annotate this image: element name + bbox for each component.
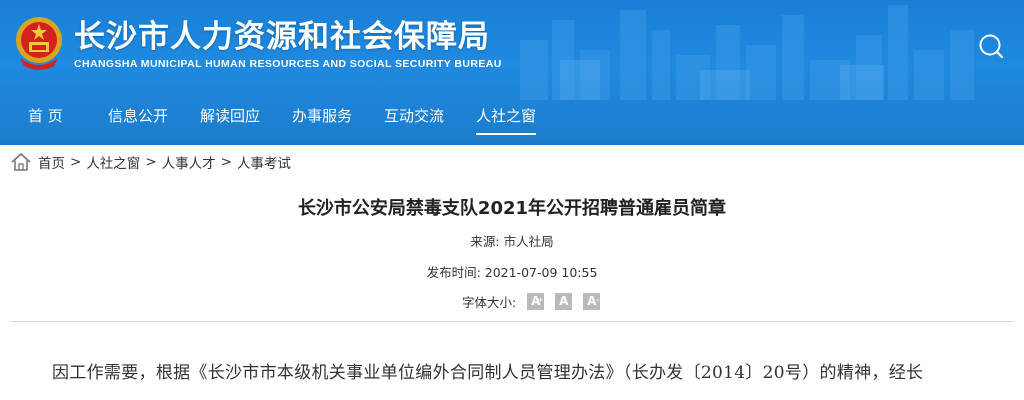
time-label: 发布时间:	[426, 265, 481, 280]
divider	[10, 321, 1014, 322]
breadcrumb-hr-window[interactable]: 人社之窗	[86, 152, 140, 172]
font-size-default-label: A	[559, 294, 569, 308]
breadcrumb: 首页 > 人社之窗 > 人事人才 > 人事考试	[10, 150, 291, 174]
breadcrumb-exam[interactable]: 人事考试	[237, 152, 291, 172]
nav-item-hr-window[interactable]: 人社之窗	[476, 95, 537, 137]
font-size-controls: 字体大小: A + A A-	[462, 292, 601, 311]
home-icon	[11, 152, 31, 171]
article-publish-time: 发布时间: 2021-07-09 10:55	[0, 262, 1024, 281]
plus-icon: +	[537, 296, 544, 304]
site-title: 长沙市人力资源和社会保障局	[74, 19, 490, 55]
article-title: 长沙市公安局禁毒支队2021年公开招聘普通雇员简章	[297, 198, 727, 219]
source-value: 市人社局	[503, 234, 554, 249]
nav-item-interaction[interactable]: 互动交流	[384, 95, 444, 137]
nav-item-home[interactable]: 首 页	[28, 95, 63, 137]
time-value: 2021-07-09 10:55	[484, 265, 598, 280]
font-size-decrease-button[interactable]: A-	[583, 293, 601, 310]
source-label: 来源:	[470, 234, 500, 249]
brand[interactable]: 长沙市人力资源和社会保障局 CHANGSHA MUNICIPAL HUMAN R…	[14, 14, 502, 72]
breadcrumb-separator: >	[145, 154, 157, 170]
main-nav: 首 页 信息公开 解读回应 办事服务 互动交流 人社之窗	[0, 95, 1024, 137]
article-body: 因工作需要，根据《长沙市市本级机关事业单位编外合同制人员管理办法》（长办发〔20…	[52, 363, 924, 383]
font-size-decrease-label: A	[587, 294, 597, 308]
national-emblem-icon	[16, 17, 62, 70]
search-icon[interactable]	[978, 33, 1004, 59]
breadcrumb-talent[interactable]: 人事人才	[162, 152, 216, 172]
font-size-label: 字体大小:	[462, 295, 517, 310]
nav-item-interpretation[interactable]: 解读回应	[200, 95, 260, 137]
site-header: 长沙市人力资源和社会保障局 CHANGSHA MUNICIPAL HUMAN R…	[0, 0, 1024, 145]
site-subtitle: CHANGSHA MUNICIPAL HUMAN RESOURCES AND S…	[74, 58, 502, 70]
nav-item-services[interactable]: 办事服务	[292, 95, 352, 137]
breadcrumb-separator: >	[70, 154, 82, 170]
font-size-default-button[interactable]: A	[555, 293, 573, 310]
nav-item-info-disclosure[interactable]: 信息公开	[108, 95, 168, 137]
breadcrumb-home[interactable]: 首页	[38, 152, 65, 172]
article-source: 来源: 市人社局	[0, 231, 1024, 250]
font-size-increase-button[interactable]: A +	[527, 293, 545, 310]
breadcrumb-separator: >	[220, 154, 232, 170]
minus-icon: -	[596, 296, 600, 304]
